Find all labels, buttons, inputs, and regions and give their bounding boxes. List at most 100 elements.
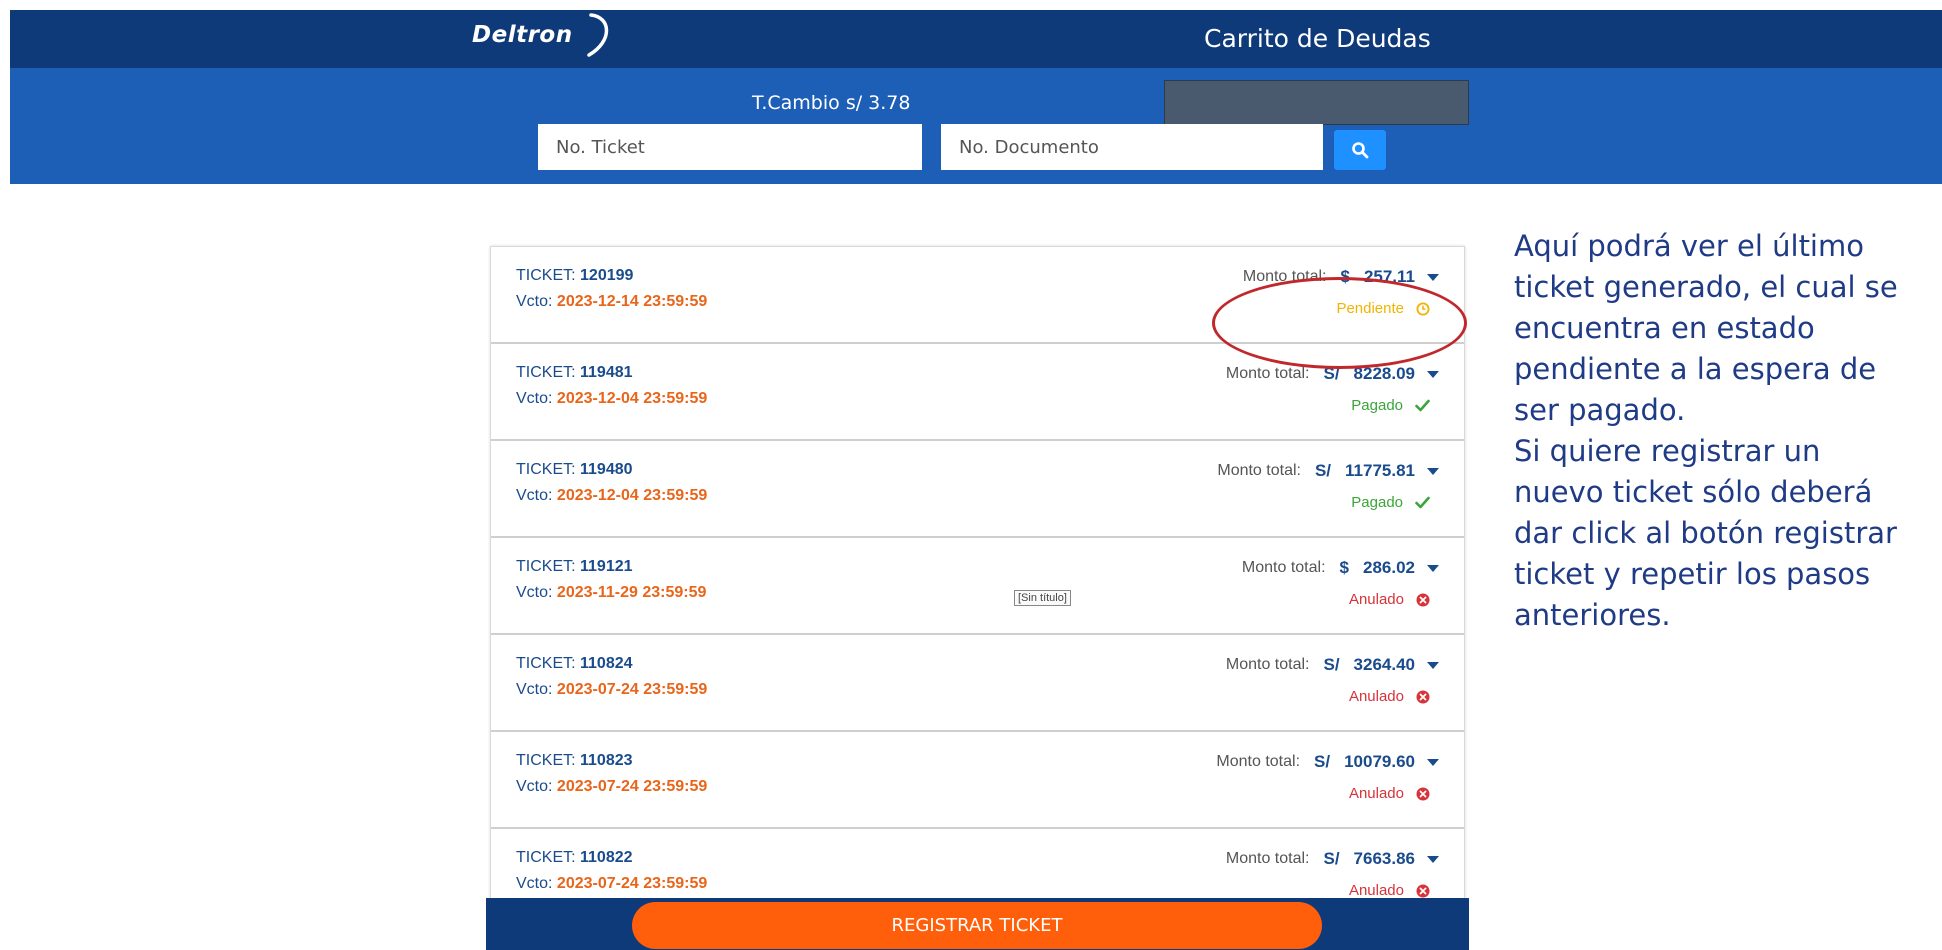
vcto-date: 2023-12-14 23:59:59 xyxy=(556,293,708,310)
x-circle-icon xyxy=(1416,884,1430,898)
status-text: Pagado xyxy=(1351,494,1403,511)
status-text: Anulado xyxy=(1348,591,1404,608)
caret-down-icon[interactable] xyxy=(1427,370,1439,378)
highlight-circle xyxy=(1212,277,1467,369)
check-icon xyxy=(1415,496,1430,509)
status-text: Anulado xyxy=(1348,688,1404,705)
vcto-label: Vcto: xyxy=(516,390,553,407)
note-line: nuevo ticket sólo deberá xyxy=(1514,475,1873,509)
caret-down-icon[interactable] xyxy=(1427,855,1439,863)
note-line: ticket generado, el cual se xyxy=(1514,270,1898,304)
note-line: anteriores. xyxy=(1514,598,1671,632)
ticket-label: TICKET: xyxy=(516,655,576,672)
vcto-date: 2023-07-24 23:59:59 xyxy=(556,875,708,892)
vcto-date: 2023-12-04 23:59:59 xyxy=(556,390,708,407)
vcto-label: Vcto: xyxy=(516,681,553,698)
vcto-date: 2023-07-24 23:59:59 xyxy=(556,681,708,698)
caret-down-icon[interactable] xyxy=(1427,273,1439,281)
status-text: Pagado xyxy=(1351,397,1403,414)
status-badge: Anulado xyxy=(1349,882,1430,899)
ticket-label: TICKET: xyxy=(516,461,576,478)
status-badge: Anulado xyxy=(1349,688,1430,705)
vcto-label: Vcto: xyxy=(516,778,553,795)
ticket-row[interactable]: TICKET: 110822 Vcto: 2023-07-24 23:59:59… xyxy=(491,829,1464,899)
amount-value: 10079.60 xyxy=(1344,752,1415,771)
ticket-number: 110823 xyxy=(580,752,633,769)
amount-toggle[interactable]: Monto total: S/10079.60 xyxy=(1216,752,1439,772)
amount-label: Monto total: xyxy=(1216,753,1301,770)
status-text: Anulado xyxy=(1348,882,1404,899)
ticket-label: TICKET: xyxy=(516,849,576,866)
page-title: Carrito de Deudas xyxy=(1204,24,1431,53)
ticket-number-input[interactable] xyxy=(538,124,922,170)
note-line: ser pagado. xyxy=(1514,393,1686,427)
caret-down-icon[interactable] xyxy=(1427,758,1439,766)
currency: S/ xyxy=(1314,461,1332,480)
ticket-number: 119121 xyxy=(580,558,633,575)
currency: S/ xyxy=(1323,849,1340,868)
x-circle-icon xyxy=(1416,593,1430,607)
exchange-rate: T.Cambio s/ 3.78 xyxy=(752,92,911,114)
ticket-label: TICKET: xyxy=(516,752,576,769)
ticket-number: 110822 xyxy=(580,849,633,866)
note-line: ticket y repetir los pasos xyxy=(1514,557,1871,591)
ticket-number: 120199 xyxy=(580,267,634,284)
caret-down-icon[interactable] xyxy=(1427,661,1439,669)
ticket-row[interactable]: TICKET: 119121 Vcto: 2023-11-29 23:59:59… xyxy=(491,538,1464,635)
redacted-area xyxy=(1164,80,1469,125)
instruction-note: Aquí podrá ver el último ticket generado… xyxy=(1514,226,1942,636)
amount-toggle[interactable]: Monto total: S/3264.40 xyxy=(1226,655,1439,675)
amount-label: Monto total: xyxy=(1217,462,1301,479)
ticket-number: 119480 xyxy=(580,461,633,478)
ticket-label: TICKET: xyxy=(516,267,576,284)
currency: S/ xyxy=(1323,655,1340,674)
ticket-row[interactable]: TICKET: 119480 Vcto: 2023-12-04 23:59:59… xyxy=(491,441,1464,538)
search-button[interactable] xyxy=(1334,130,1386,170)
search-icon xyxy=(1352,142,1369,159)
amount-label: Monto total: xyxy=(1225,656,1310,673)
register-ticket-button[interactable]: REGISTRAR TICKET xyxy=(632,902,1322,949)
logo-swoosh-icon xyxy=(587,13,609,57)
vcto-label: Vcto: xyxy=(516,487,553,504)
amount-value: 7663.86 xyxy=(1353,849,1415,868)
ticket-label: TICKET: xyxy=(516,364,576,381)
x-circle-icon xyxy=(1416,787,1430,801)
note-line: Si quiere registrar un xyxy=(1514,434,1821,468)
caret-down-icon[interactable] xyxy=(1427,467,1439,475)
status-text: Anulado xyxy=(1348,785,1404,802)
amount-label: Monto total: xyxy=(1225,850,1310,867)
amount-toggle[interactable]: Monto total: S/11775.81 xyxy=(1217,461,1439,481)
status-badge: Anulado xyxy=(1349,785,1430,802)
note-line: Aquí podrá ver el último xyxy=(1514,229,1864,263)
ticket-row[interactable]: TICKET: 110824 Vcto: 2023-07-24 23:59:59… xyxy=(491,635,1464,732)
vcto-label: Vcto: xyxy=(516,293,553,310)
amount-label: Monto total: xyxy=(1241,559,1326,576)
amount-value: 286.02 xyxy=(1363,558,1415,577)
vcto-date: 2023-12-04 23:59:59 xyxy=(556,487,708,504)
deltron-logo[interactable]: Deltron xyxy=(472,22,573,48)
ticket-number: 110824 xyxy=(580,655,633,672)
note-line: dar click al botón registrar xyxy=(1514,516,1897,550)
status-badge: Pagado xyxy=(1351,494,1430,511)
check-icon xyxy=(1415,399,1430,412)
top-header xyxy=(10,10,1942,68)
amount-toggle[interactable]: Monto total: $286.02 xyxy=(1242,558,1439,578)
untitled-tag: [Sin título] xyxy=(1014,590,1071,606)
currency: $ xyxy=(1339,558,1349,577)
caret-down-icon[interactable] xyxy=(1427,564,1439,572)
amount-label: Monto total: xyxy=(1225,365,1310,382)
ticket-label: TICKET: xyxy=(516,558,576,575)
vcto-label: Vcto: xyxy=(516,584,553,601)
x-circle-icon xyxy=(1416,690,1430,704)
document-number-input[interactable] xyxy=(941,124,1323,170)
vcto-label: Vcto: xyxy=(516,875,553,892)
status-badge: Pagado xyxy=(1351,397,1430,414)
ticket-row[interactable]: TICKET: 110823 Vcto: 2023-07-24 23:59:59… xyxy=(491,732,1464,829)
amount-value: 3264.40 xyxy=(1353,655,1415,674)
amount-toggle[interactable]: Monto total: S/7663.86 xyxy=(1226,849,1439,869)
vcto-date: 2023-07-24 23:59:59 xyxy=(556,778,708,795)
note-line: pendiente a la espera de xyxy=(1514,352,1877,386)
amount-value: 11775.81 xyxy=(1345,461,1415,480)
status-badge: Anulado xyxy=(1349,591,1430,608)
ticket-number: 119481 xyxy=(580,364,633,381)
